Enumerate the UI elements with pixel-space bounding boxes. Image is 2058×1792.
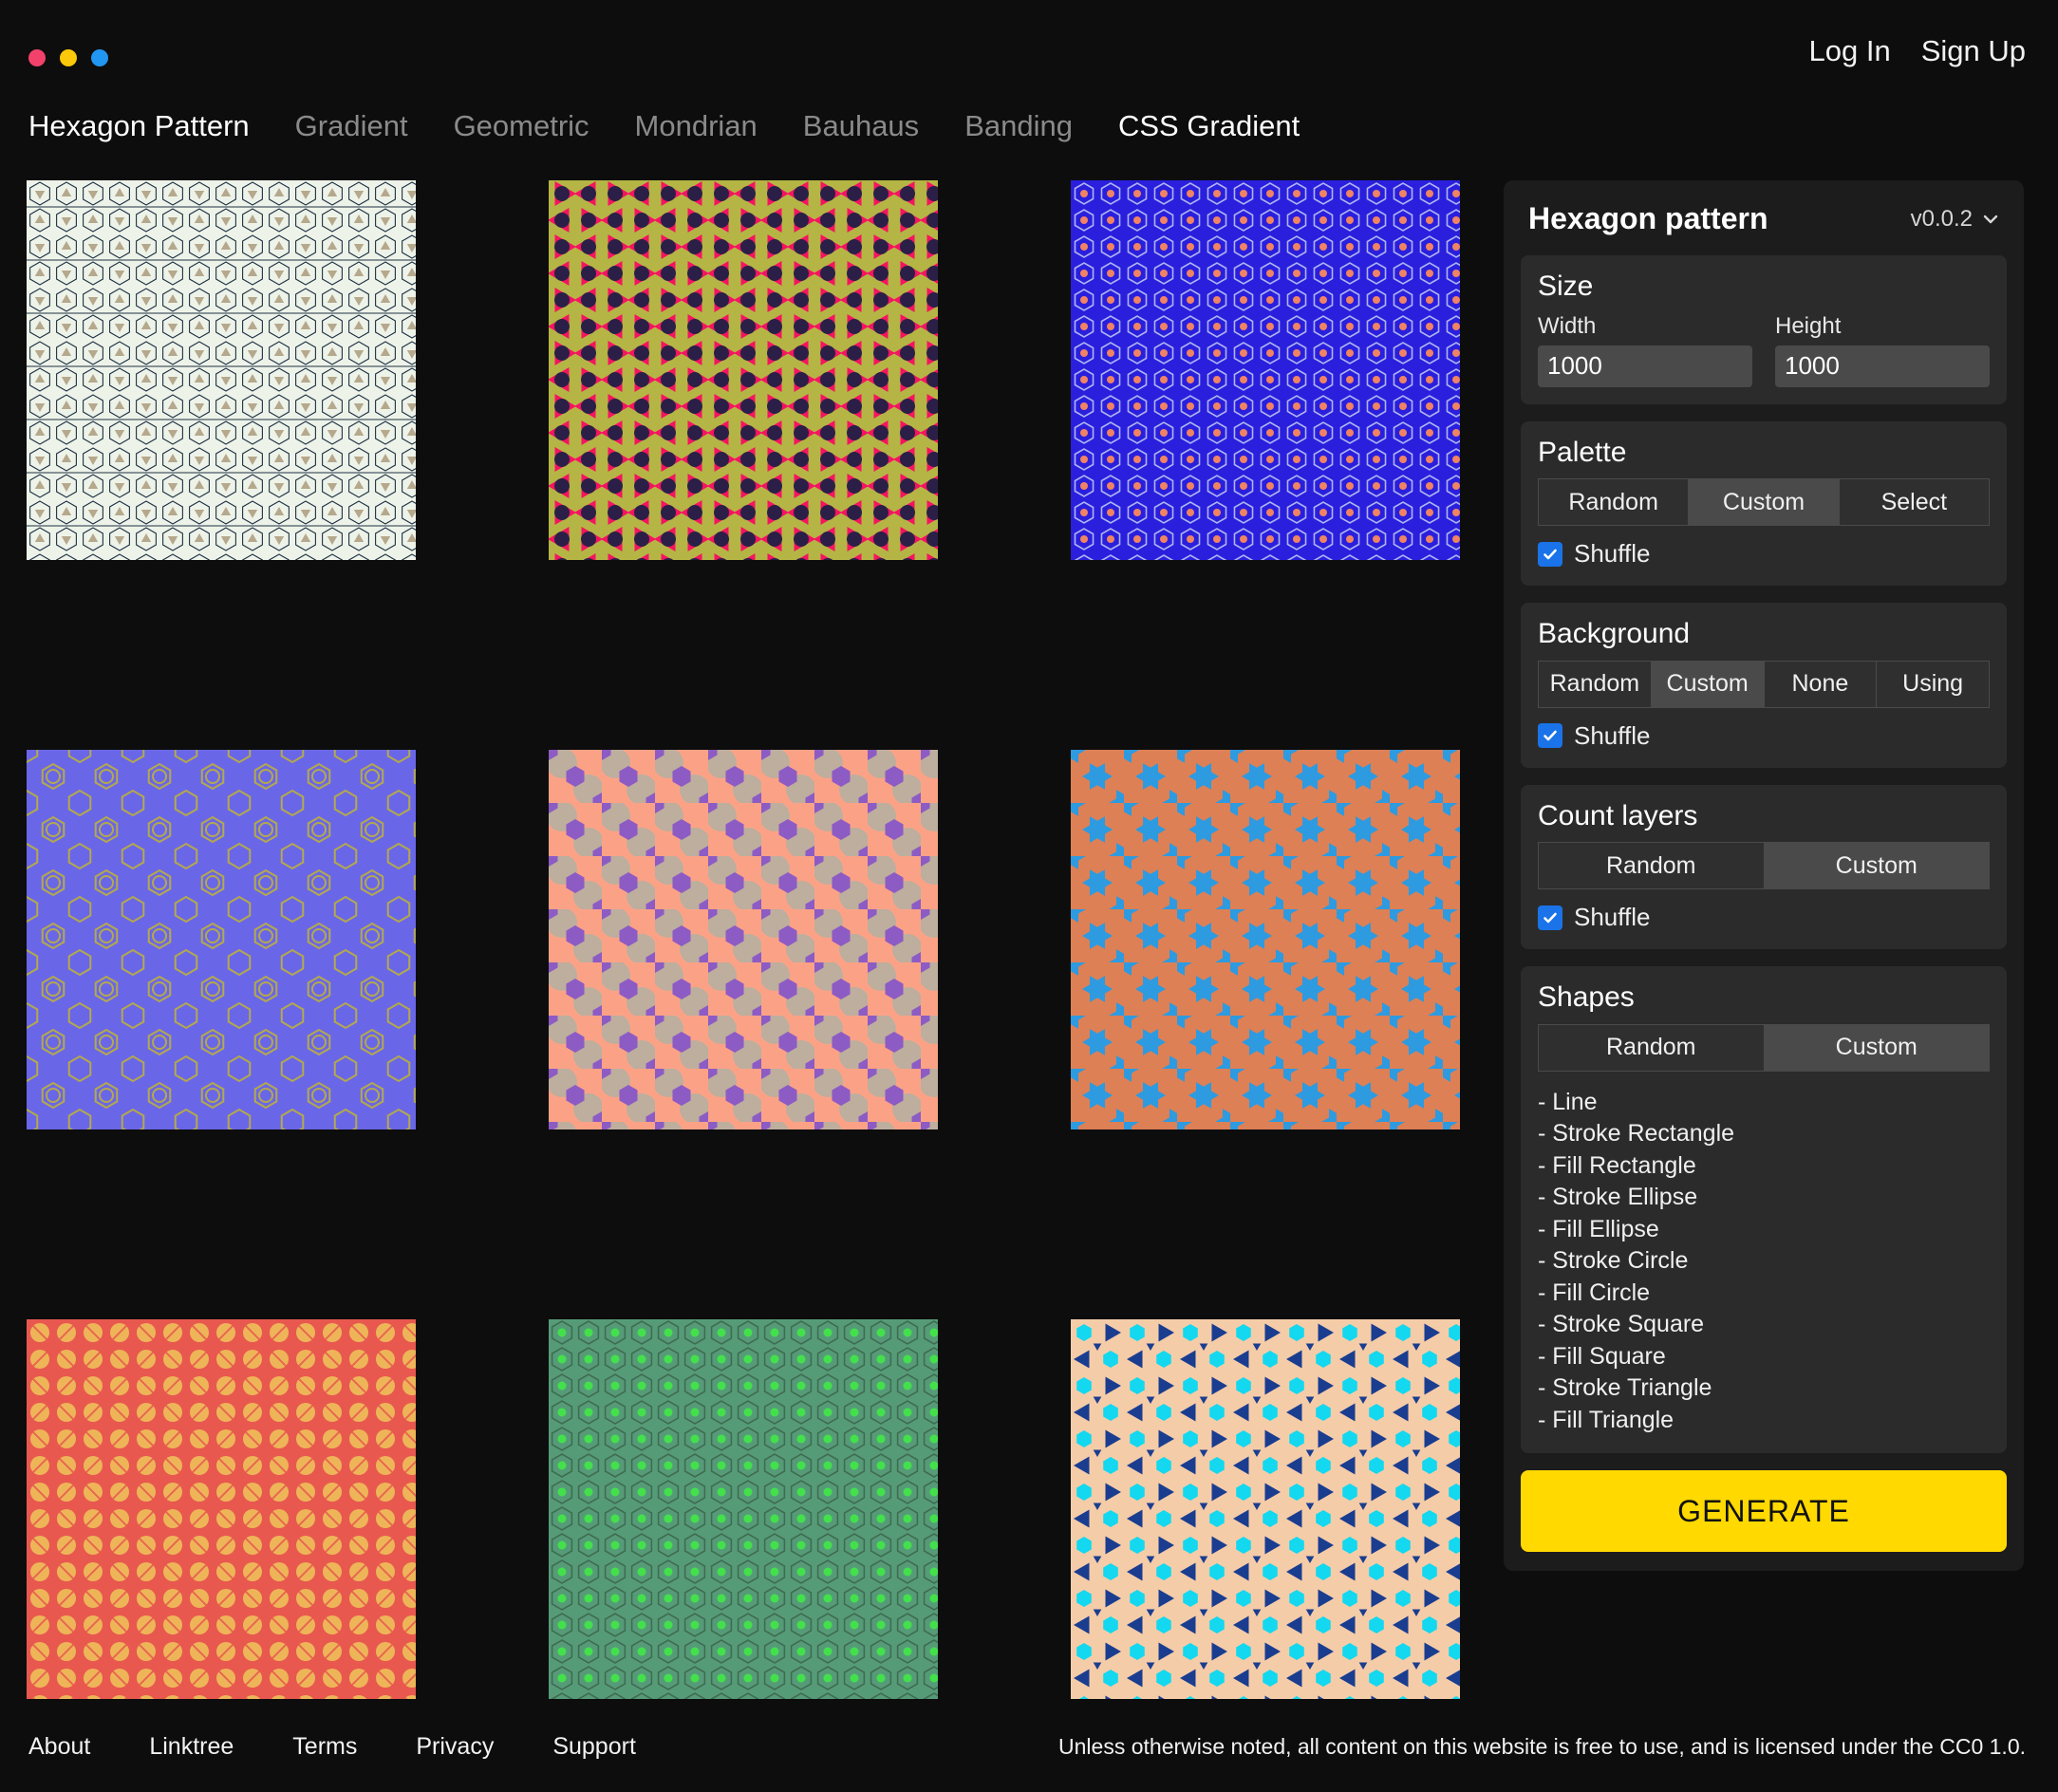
list-item: - Stroke Circle: [1538, 1247, 1689, 1274]
palette-random-button[interactable]: Random: [1538, 478, 1690, 526]
nav-item-geometric[interactable]: Geometric: [454, 108, 635, 143]
shapes-random-button[interactable]: Random: [1538, 1023, 1765, 1072]
maximize-dot[interactable]: [91, 49, 108, 66]
pattern-tile-9[interactable]: [1071, 1319, 1460, 1699]
sign-up-link[interactable]: Sign Up: [1921, 36, 2026, 65]
window-controls: [28, 49, 108, 66]
auth-links: Log In Sign Up: [1809, 36, 2027, 65]
license-text: Unless otherwise noted, all content on t…: [1058, 1733, 2026, 1759]
background-segmented-control: Random Custom None Using: [1538, 660, 1990, 708]
version-label: v0.0.2: [1910, 205, 1973, 232]
pattern-tile-1[interactable]: [27, 180, 416, 560]
version-selector[interactable]: v0.0.2: [1911, 206, 1999, 233]
size-group: Size Width Height: [1521, 255, 2007, 404]
app-window: Log In Sign Up Hexagon Pattern Gradient …: [0, 0, 2058, 1792]
footer-link-about[interactable]: About: [28, 1733, 90, 1761]
background-heading: Background: [1538, 618, 1691, 649]
panel-header: Hexagon pattern v0.0.2: [1521, 201, 2007, 255]
palette-group: Palette Random Custom Select Shuffle: [1521, 420, 2007, 586]
top-bar: Log In Sign Up: [0, 0, 2058, 99]
count-layers-group: Count layers Random Custom Shuffle: [1521, 784, 2007, 949]
palette-segmented-control: Random Custom Select: [1538, 478, 1990, 526]
background-shuffle-label: Shuffle: [1574, 720, 1651, 750]
count-layers-custom-button[interactable]: Custom: [1763, 842, 1990, 889]
list-item: - Line: [1538, 1088, 1598, 1115]
footer: About Linktree Terms Privacy Support Unl…: [0, 1701, 2058, 1792]
count-layers-shuffle-row: Shuffle: [1538, 903, 1990, 932]
count-layers-shuffle-checkbox[interactable]: [1538, 905, 1562, 930]
pattern-tile-6[interactable]: [1071, 750, 1460, 1129]
pattern-tile-5[interactable]: [549, 750, 938, 1129]
palette-shuffle-row: Shuffle: [1538, 539, 1990, 569]
footer-link-terms[interactable]: Terms: [292, 1733, 357, 1761]
nav-item-hexagon-pattern[interactable]: Hexagon Pattern: [28, 108, 295, 143]
minimize-dot[interactable]: [60, 49, 77, 66]
palette-select-button[interactable]: Select: [1838, 478, 1990, 526]
shapes-heading: Shapes: [1538, 981, 1635, 1013]
footer-link-support[interactable]: Support: [552, 1733, 636, 1761]
count-layers-shuffle-label: Shuffle: [1574, 903, 1651, 931]
size-heading: Size: [1538, 271, 1594, 302]
nav-item-gradient[interactable]: Gradient: [295, 108, 454, 143]
palette-shuffle-label: Shuffle: [1574, 539, 1651, 568]
background-using-button[interactable]: Using: [1876, 660, 1990, 708]
height-field-wrap: Height: [1775, 313, 1990, 387]
list-item: - Fill Square: [1538, 1342, 1666, 1370]
footer-link-linktree[interactable]: Linktree: [149, 1733, 234, 1761]
shapes-custom-button[interactable]: Custom: [1763, 1023, 1990, 1072]
height-input[interactable]: [1775, 345, 1990, 387]
footer-links: About Linktree Terms Privacy Support: [28, 1733, 636, 1761]
pattern-tile-4[interactable]: [27, 750, 416, 1129]
list-item: - Stroke Square: [1538, 1311, 1705, 1337]
background-none-button[interactable]: None: [1763, 660, 1878, 708]
panel-title: Hexagon pattern: [1528, 201, 1768, 235]
background-custom-button[interactable]: Custom: [1650, 660, 1765, 708]
count-layers-random-button[interactable]: Random: [1538, 842, 1765, 889]
list-item: - Fill Triangle: [1538, 1406, 1674, 1433]
list-item: - Stroke Ellipse: [1538, 1184, 1698, 1210]
count-layers-heading: Count layers: [1538, 799, 1698, 831]
pattern-tile-8[interactable]: [549, 1319, 938, 1699]
main-nav: Hexagon Pattern Gradient Geometric Mondr…: [28, 108, 1345, 143]
palette-shuffle-checkbox[interactable]: [1538, 541, 1562, 567]
controls-panel: Hexagon pattern v0.0.2 Size Width Height: [1504, 180, 2024, 1571]
shapes-list: - Line - Stroke Rectangle - Fill Rectang…: [1538, 1087, 1990, 1437]
nav-item-mondrian[interactable]: Mondrian: [635, 108, 803, 143]
width-label: Width: [1538, 312, 1597, 339]
palette-heading: Palette: [1538, 436, 1627, 468]
background-shuffle-row: Shuffle: [1538, 721, 1990, 751]
list-item: - Stroke Rectangle: [1538, 1120, 1735, 1147]
count-layers-segmented-control: Random Custom: [1538, 842, 1990, 889]
chevron-down-icon: [1982, 211, 1999, 228]
list-item: - Fill Rectangle: [1538, 1151, 1696, 1179]
background-group: Background Random Custom None Using Shuf…: [1521, 603, 2007, 768]
shapes-group: Shapes Random Custom - Line - Stroke Rec…: [1521, 966, 2007, 1453]
pattern-gallery: [27, 180, 1462, 1699]
background-shuffle-checkbox[interactable]: [1538, 723, 1562, 748]
list-item: - Stroke Triangle: [1538, 1374, 1712, 1401]
background-random-button[interactable]: Random: [1538, 660, 1652, 708]
nav-item-banding[interactable]: Banding: [964, 108, 1118, 143]
close-dot[interactable]: [28, 49, 46, 66]
height-label: Height: [1775, 312, 1842, 339]
nav-item-bauhaus[interactable]: Bauhaus: [803, 108, 964, 143]
log-in-link[interactable]: Log In: [1809, 36, 1891, 65]
footer-link-privacy[interactable]: Privacy: [416, 1733, 494, 1761]
pattern-tile-3[interactable]: [1071, 180, 1460, 560]
palette-custom-button[interactable]: Custom: [1688, 478, 1840, 526]
nav-item-css-gradient[interactable]: CSS Gradient: [1118, 108, 1345, 143]
list-item: - Fill Ellipse: [1538, 1215, 1659, 1242]
width-input[interactable]: [1538, 345, 1752, 387]
generate-button[interactable]: GENERATE: [1521, 1470, 2007, 1552]
list-item: - Fill Circle: [1538, 1279, 1651, 1306]
pattern-tile-2[interactable]: [549, 180, 938, 560]
pattern-tile-7[interactable]: [27, 1319, 416, 1699]
shapes-segmented-control: Random Custom: [1538, 1023, 1990, 1072]
width-field-wrap: Width: [1538, 313, 1752, 387]
